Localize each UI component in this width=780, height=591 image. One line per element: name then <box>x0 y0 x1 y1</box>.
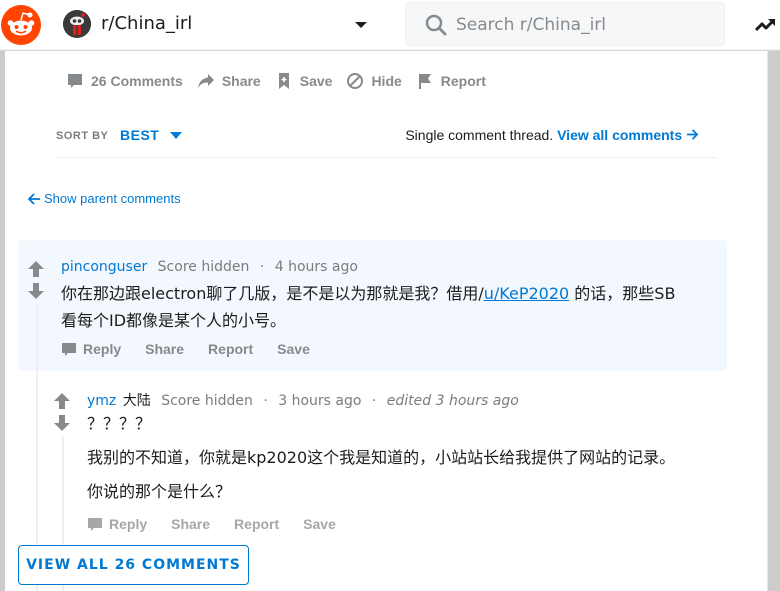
top-header: r/China_irl <box>0 0 780 50</box>
edited-time: edited 3 hours ago <box>386 393 519 409</box>
comment-actions: Reply Share Report Save <box>61 341 334 357</box>
share-label: Share <box>221 73 261 89</box>
user-flair: 大陆 <box>122 393 151 409</box>
caret-down-icon[interactable] <box>170 132 182 140</box>
view-all-comments-button[interactable]: VIEW ALL 26 COMMENTS <box>18 545 249 585</box>
comment-actions: Reply Share Report Save <box>87 516 360 532</box>
save-button[interactable]: Save <box>277 341 310 357</box>
comment-text: 你在那边跟electron聊了几版，是不是以为那就是我？借用/ <box>61 284 484 303</box>
comment-author[interactable]: pinconguser <box>61 259 147 275</box>
hide-label: Hide <box>371 73 402 89</box>
search-bar[interactable] <box>405 2 725 46</box>
save-button[interactable]: Save <box>275 72 333 90</box>
share-button[interactable]: Share <box>145 341 184 357</box>
view-all-comments-label: View all comments <box>557 127 683 143</box>
comment-line: 看每个ID都像是某个人的小号。 <box>61 311 287 330</box>
share-icon <box>197 74 214 88</box>
separator-dot: · <box>263 393 268 409</box>
report-button[interactable]: Report <box>416 72 486 90</box>
comment-time[interactable]: 4 hours ago <box>275 259 358 275</box>
comment-time[interactable]: 3 hours ago <box>278 393 361 409</box>
report-label: Report <box>440 73 486 89</box>
report-button[interactable]: Report <box>234 516 279 532</box>
show-parent-label: Show parent comments <box>44 191 181 206</box>
share-button[interactable]: Share <box>197 72 261 90</box>
show-parent-comments-link[interactable]: Show parent comments <box>27 191 181 206</box>
reply-button[interactable]: Reply <box>87 516 147 532</box>
arrow-right-icon <box>686 129 699 140</box>
reddit-logo[interactable] <box>1 5 41 45</box>
vote-controls <box>27 260 47 304</box>
comment-icon <box>88 518 102 531</box>
hide-icon <box>347 73 364 89</box>
comments-button[interactable]: 26 Comments <box>66 72 183 90</box>
comment-body: 你在那边跟electron聊了几版，是不是以为那就是我？借用/u/KeP2020… <box>61 280 721 334</box>
comment-meta: ymz 大陆 Score hidden · 3 hours ago · edit… <box>87 390 519 410</box>
vote-controls <box>53 392 73 436</box>
comments-label: 26 Comments <box>91 73 183 89</box>
bookmark-icon <box>278 73 289 89</box>
sort-label: SORT BY <box>56 130 109 142</box>
view-all-comments-link[interactable]: View all comments <box>557 127 699 143</box>
sort-dropdown[interactable]: BEST <box>120 127 159 143</box>
subreddit-icon[interactable] <box>63 10 91 38</box>
thread-notice-text: Single comment thread. <box>405 127 554 143</box>
comment-line: 我别的不知道，你就是kp2020这个我是知道的，小站站长给我提供了网站的记录。 <box>87 448 676 467</box>
comment-meta: pinconguser Score hidden · 4 hours ago <box>61 259 358 275</box>
sort-bar: SORT BY BEST Single comment thread. View… <box>55 126 717 158</box>
scrollbar-track[interactable] <box>767 51 780 591</box>
share-button[interactable]: Share <box>171 516 210 532</box>
user-mention-link[interactable]: u/KeP2020 <box>484 284 569 303</box>
arrow-left-icon <box>27 192 40 205</box>
reply-label: Reply <box>109 516 148 532</box>
separator-dot: · <box>371 393 377 409</box>
trending-icon[interactable] <box>754 14 776 36</box>
subreddit-avatar-icon <box>63 10 91 38</box>
comment-icon <box>68 74 82 88</box>
comment-author[interactable]: ymz <box>87 393 116 409</box>
reply-button[interactable]: Reply <box>61 341 121 357</box>
separator-dot: · <box>259 259 265 275</box>
comment-line: 你在那边跟electron聊了几版，是不是以为那就是我？借用/u/KeP2020… <box>61 280 721 307</box>
comment-body: ？？？？ 我别的不知道，你就是kp2020这个我是知道的，小站站长给我提供了网站… <box>87 410 747 505</box>
search-icon <box>425 14 447 36</box>
downvote-icon[interactable] <box>27 282 45 300</box>
score-hidden: Score hidden <box>161 393 253 409</box>
post-content: 26 Comments Share Save Hide Report SORT … <box>5 51 767 591</box>
search-input[interactable] <box>456 11 716 39</box>
comment-line: ？？？？ <box>87 414 152 433</box>
thread-notice: Single comment thread. View all comments <box>405 127 699 143</box>
save-label: Save <box>299 73 333 89</box>
comment-text: 的话，那些SB <box>569 284 676 303</box>
hide-button[interactable]: Hide <box>346 72 402 90</box>
upvote-icon[interactable] <box>27 260 45 278</box>
upvote-icon[interactable] <box>53 392 71 410</box>
reply-label: Reply <box>83 341 122 357</box>
comment-icon <box>62 343 76 356</box>
chevron-down-icon[interactable] <box>352 16 370 34</box>
report-button[interactable]: Report <box>208 341 253 357</box>
flag-icon <box>418 74 431 89</box>
reddit-alien-icon <box>7 12 35 36</box>
downvote-icon[interactable] <box>53 414 71 432</box>
subreddit-name[interactable]: r/China_irl <box>101 13 192 34</box>
post-actions-bar: 26 Comments Share Save Hide Report <box>66 70 500 92</box>
score-hidden: Score hidden <box>157 259 250 275</box>
comment-line: 你说的那个是什么？ <box>87 482 232 501</box>
save-button[interactable]: Save <box>303 516 336 532</box>
